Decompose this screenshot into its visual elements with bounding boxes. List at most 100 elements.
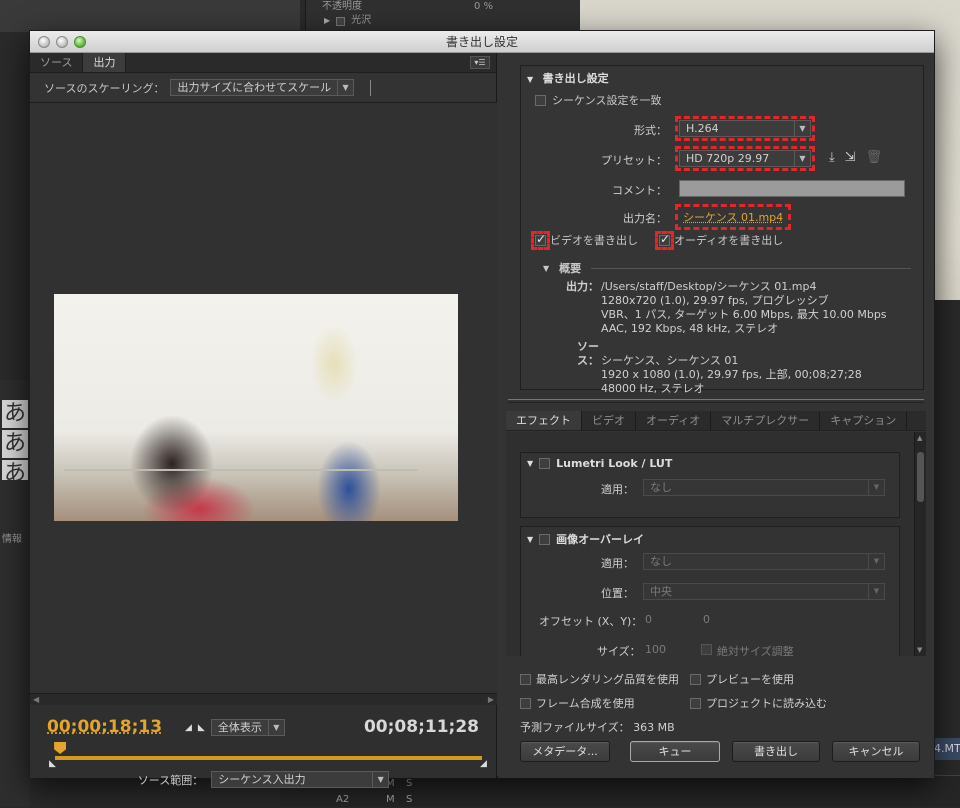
import-into-project-checkbox[interactable] bbox=[690, 697, 701, 709]
match-sequence-row: シーケンス設定を一致 bbox=[535, 92, 661, 108]
dialog-title: 書き出し設定 bbox=[445, 35, 518, 49]
set-out-point-icon[interactable]: ◣ bbox=[198, 723, 205, 733]
track-a2: A2 bbox=[336, 794, 350, 805]
set-in-point-icon[interactable]: ◢ bbox=[185, 723, 192, 733]
export-audio-checkbox[interactable] bbox=[655, 230, 674, 250]
chevron-down-icon: ▼ bbox=[372, 772, 388, 787]
tab-source[interactable]: ソース bbox=[30, 53, 84, 72]
preset-dropdown[interactable]: HD 720p 29.97 ▼ bbox=[675, 146, 815, 171]
cancel-button[interactable]: キャンセル bbox=[832, 741, 920, 762]
panel-menu-icon[interactable]: ▾☰ bbox=[470, 56, 490, 69]
current-timecode[interactable]: 00;00;18;13 bbox=[47, 717, 162, 737]
scrollbar-thumb[interactable] bbox=[917, 452, 924, 502]
opacity-row: 不透明度 0 % bbox=[306, 0, 580, 14]
overlay-offset-x[interactable]: 0 bbox=[645, 613, 652, 626]
absolute-size-checkbox[interactable] bbox=[701, 644, 712, 655]
image-overlay-checkbox[interactable] bbox=[539, 533, 551, 545]
divider bbox=[370, 79, 372, 96]
frame-blending-label: フレーム合成を使用 bbox=[536, 697, 635, 710]
tab-multiplexer[interactable]: マルチプレクサー bbox=[711, 411, 821, 430]
glow-row: ▶ 光沢 bbox=[306, 14, 580, 28]
format-dropdown[interactable]: H.264 ▼ bbox=[675, 116, 815, 141]
max-render-quality-checkbox[interactable] bbox=[520, 673, 531, 685]
effects-panel: ▼ Lumetri Look / LUT 適用： なし ▼ ▼ 画像オーバーレイ… bbox=[506, 432, 926, 656]
export-video-checkbox[interactable] bbox=[531, 230, 550, 250]
comment-field[interactable] bbox=[679, 180, 905, 197]
lumetri-header[interactable]: ▼ Lumetri Look / LUT bbox=[527, 457, 672, 470]
image-overlay-header[interactable]: ▼ 画像オーバーレイ bbox=[527, 531, 644, 547]
absolute-size-label: 絶対サイズ調整 bbox=[717, 645, 794, 656]
glow-checkbox[interactable] bbox=[336, 16, 346, 26]
import-preset-icon[interactable]: ⇲ bbox=[845, 150, 856, 165]
text-glyph-3: あ bbox=[2, 460, 28, 480]
export-audio-row: オーディオを書き出し bbox=[655, 230, 784, 250]
disclosure-triangle-icon[interactable]: ▶ bbox=[324, 14, 330, 28]
summary-output-line: 1280x720 (1.0), 29.97 fps, プログレッシブ bbox=[601, 294, 829, 307]
divider bbox=[591, 267, 912, 269]
save-preset-icon[interactable]: ⤓ bbox=[829, 150, 835, 165]
summary-source-key: ソース： bbox=[577, 340, 599, 367]
preview-tabs: ソース 出力 ▾☰ bbox=[30, 53, 496, 73]
track-mute-2[interactable]: M bbox=[386, 792, 395, 808]
summary-title: 概要 bbox=[559, 262, 582, 275]
source-range-label: ソース範囲： bbox=[137, 773, 204, 787]
overlay-size-value[interactable]: 100 bbox=[645, 643, 666, 656]
summary-output-line: AAC, 192 Kbps, 48 kHz, ステレオ bbox=[601, 322, 779, 335]
image-overlay-section: ▼ 画像オーバーレイ 適用： なし ▼ 位置： 中央 ▼ オフセット (X、Y)… bbox=[520, 526, 900, 656]
timeline-clip-label: 4.MT bbox=[934, 738, 960, 760]
chevron-down-icon: ▼ bbox=[868, 554, 884, 569]
preview-horizontal-scrollbar[interactable]: ◀ ▶ bbox=[30, 693, 497, 705]
pane-resize-handle[interactable] bbox=[508, 399, 924, 403]
lumetri-apply-dropdown[interactable]: なし ▼ bbox=[643, 479, 885, 496]
tab-output[interactable]: 出力 bbox=[83, 53, 127, 72]
scroll-left-icon[interactable]: ◀ bbox=[33, 695, 39, 704]
source-range-dropdown[interactable]: シーケンス入出力 ▼ bbox=[211, 771, 390, 788]
out-point-marker-icon[interactable]: ◢ bbox=[480, 759, 487, 769]
lumetri-checkbox[interactable] bbox=[539, 458, 551, 469]
disclosure-triangle-icon: ▼ bbox=[543, 263, 550, 273]
frame-blending-checkbox[interactable] bbox=[520, 697, 531, 709]
background-left-panel: あ あ あ 情報 bbox=[0, 380, 30, 807]
export-audio-label: オーディオを書き出し bbox=[674, 234, 784, 247]
zoom-dropdown[interactable]: 全体表示 ▼ bbox=[210, 719, 285, 736]
export-button[interactable]: 書き出し bbox=[732, 741, 820, 762]
queue-button[interactable]: キュー bbox=[630, 741, 720, 762]
source-range-value: シーケンス入出力 bbox=[218, 773, 306, 786]
video-preview-frame bbox=[54, 294, 458, 521]
track-solo-2[interactable]: S bbox=[406, 792, 412, 808]
in-point-marker-icon[interactable]: ◣ bbox=[49, 759, 56, 769]
effects-vertical-scrollbar[interactable]: ▲ ▼ bbox=[914, 432, 926, 656]
overlay-offset-label: オフセット (X、Y)： bbox=[539, 615, 643, 628]
preset-value: HD 720p 29.97 bbox=[686, 152, 770, 165]
use-previews-checkbox[interactable] bbox=[690, 673, 701, 685]
info-tab[interactable]: 情報 bbox=[2, 530, 22, 545]
match-sequence-checkbox[interactable] bbox=[535, 94, 546, 106]
scroll-right-icon[interactable]: ▶ bbox=[488, 695, 494, 704]
overlay-offset-y[interactable]: 0 bbox=[703, 613, 710, 626]
text-glyph-1: あ bbox=[2, 400, 28, 428]
zoom-value: 全体表示 bbox=[217, 721, 262, 734]
zoom-controls: ◢ ◣ 全体表示 ▼ bbox=[185, 719, 285, 736]
export-settings-header[interactable]: ▼ 書き出し設定 bbox=[527, 70, 609, 86]
tab-video[interactable]: ビデオ bbox=[582, 411, 636, 430]
overlay-apply-dropdown[interactable]: なし ▼ bbox=[643, 553, 885, 570]
delete-preset-icon[interactable]: 🗑 bbox=[866, 150, 883, 165]
import-into-project-option: プロジェクトに読み込む bbox=[690, 695, 827, 711]
metadata-button[interactable]: メタデータ... bbox=[520, 741, 610, 762]
source-scaling-label: ソースのスケーリング： bbox=[44, 81, 165, 95]
effect-controls-strip: 不透明度 0 % ▶ 光沢 bbox=[305, 0, 580, 32]
summary-header[interactable]: ▼ 概要 bbox=[543, 260, 912, 276]
scroll-down-icon[interactable]: ▼ bbox=[917, 646, 922, 654]
source-range-timeline[interactable] bbox=[55, 756, 482, 760]
scroll-up-icon[interactable]: ▲ bbox=[917, 434, 922, 442]
output-name-link[interactable]: シーケンス 01.mp4 bbox=[674, 204, 792, 230]
disclosure-triangle-icon: ▼ bbox=[527, 459, 534, 468]
tab-captions[interactable]: キャプション bbox=[820, 411, 908, 430]
source-scaling-dropdown[interactable]: 出力サイズに合わせてスケール ▼ bbox=[170, 79, 355, 96]
overlay-position-dropdown[interactable]: 中央 ▼ bbox=[643, 583, 885, 600]
tab-audio[interactable]: オーディオ bbox=[636, 411, 712, 430]
tab-effects[interactable]: エフェクト bbox=[506, 411, 582, 430]
title-bar[interactable]: 書き出し設定 bbox=[30, 31, 934, 53]
playhead-handle[interactable] bbox=[54, 742, 67, 754]
export-video-row: ビデオを書き出し bbox=[531, 230, 638, 250]
